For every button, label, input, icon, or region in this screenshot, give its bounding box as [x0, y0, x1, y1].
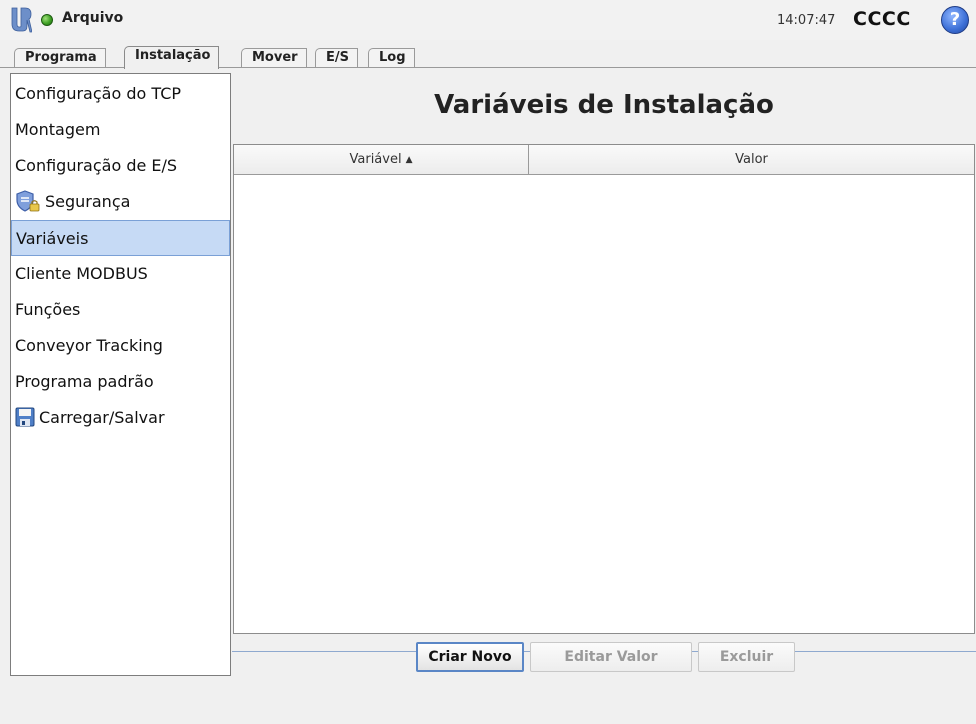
sidebar-item-label: Segurança [45, 192, 131, 211]
sidebar-item-label: Configuração do TCP [15, 84, 182, 103]
sort-ascending-icon: ▲ [405, 155, 413, 165]
page-title: Variáveis de Instalação [434, 90, 774, 120]
sidebar-item-io-setup[interactable]: Configuração de E/S [11, 148, 230, 184]
clock: 14:07:47 [777, 13, 836, 28]
file-menu[interactable]: Arquivo [62, 10, 123, 26]
ur-logo-icon [11, 7, 32, 33]
sidebar-item-label: Conveyor Tracking [15, 336, 163, 355]
variables-table[interactable]: Variável ▲ Valor [233, 144, 975, 634]
sidebar-item-modbus-client[interactable]: Cliente MODBUS [11, 256, 230, 292]
sidebar-item-label: Carregar/Salvar [39, 408, 165, 427]
shield-lock-icon [16, 189, 40, 212]
tab-programa[interactable]: Programa [14, 48, 106, 68]
sidebar-item-tcp-config[interactable]: Configuração do TCP [11, 76, 230, 112]
sidebar-item-safety[interactable]: Segurança [11, 184, 230, 220]
column-header-variable[interactable]: Variável ▲ [234, 145, 529, 174]
sidebar-item-mounting[interactable]: Montagem [11, 112, 230, 148]
sidebar-item-label: Configuração de E/S [15, 156, 178, 175]
tab-es[interactable]: E/S [315, 48, 358, 68]
sidebar-item-variables[interactable]: Variáveis [11, 220, 230, 256]
sidebar-item-label: Programa padrão [15, 372, 154, 391]
top-bar: Arquivo 14:07:47 CCCC ? [0, 0, 976, 40]
sidebar-item-default-program[interactable]: Programa padrão [11, 364, 230, 400]
floppy-disk-icon [15, 407, 35, 426]
edit-value-button[interactable]: Editar Valor [530, 642, 692, 672]
sidebar-item-label: Cliente MODBUS [15, 264, 148, 283]
sidebar-item-label: Variáveis [16, 229, 89, 248]
main-tabs: Programa Instalação Mover E/S Log [0, 46, 976, 69]
sidebar-item-load-save[interactable]: Carregar/Salvar [11, 400, 230, 436]
tab-mover[interactable]: Mover [241, 48, 307, 68]
installation-sidebar: Configuração do TCP Montagem Configuraçã… [10, 73, 231, 676]
sidebar-item-label: Funções [15, 300, 81, 319]
tab-instalacao[interactable]: Instalação [124, 46, 220, 69]
sidebar-item-label: Montagem [15, 120, 101, 139]
delete-button[interactable]: Excluir [698, 642, 795, 672]
create-new-button[interactable]: Criar Novo [416, 642, 524, 672]
table-header: Variável ▲ Valor [234, 145, 974, 175]
sidebar-item-features[interactable]: Funções [11, 292, 230, 328]
column-header-label: Variável [349, 152, 402, 167]
column-header-label: Valor [735, 152, 768, 167]
tab-log[interactable]: Log [368, 48, 415, 68]
column-header-value[interactable]: Valor [529, 145, 974, 174]
status-indicator-icon [41, 14, 53, 26]
robot-name: CCCC [853, 8, 911, 30]
sidebar-item-conveyor-tracking[interactable]: Conveyor Tracking [11, 328, 230, 364]
help-icon[interactable]: ? [941, 6, 969, 34]
